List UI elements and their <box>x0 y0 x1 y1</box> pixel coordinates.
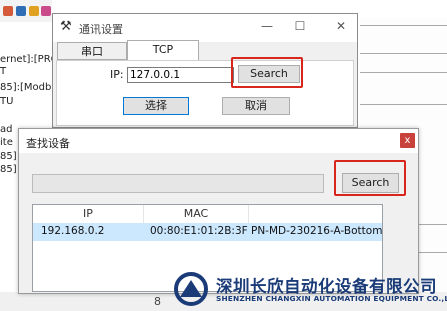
column-header-mac[interactable]: MAC <box>144 207 248 220</box>
maximize-icon[interactable]: ☐ <box>292 19 308 33</box>
highlight-box <box>334 160 406 196</box>
background-toolbar <box>0 0 52 22</box>
grid-line <box>360 104 447 105</box>
background-tree-text: ite <box>0 137 13 148</box>
grid-line <box>360 25 447 26</box>
background-tree-text: ad <box>0 124 13 135</box>
device-ip: 192.168.0.2 <box>41 225 105 237</box>
dialog-title: 查找设备 <box>26 137 70 150</box>
toolbar-icon[interactable] <box>16 6 26 16</box>
column-separator <box>248 205 249 223</box>
minimize-icon[interactable]: — <box>259 19 275 33</box>
close-icon[interactable]: ✕ <box>333 19 349 33</box>
toolbar-icon[interactable] <box>3 6 13 16</box>
background-tree-text: 85]:[Modb <box>0 82 52 93</box>
list-item[interactable]: 192.168.0.2 00:80:E1:01:2B:3F PN-MD-2302… <box>33 223 382 241</box>
grid-line <box>360 72 447 73</box>
cancel-button[interactable]: 取消 <box>222 97 290 115</box>
background-tree-text: TU <box>0 96 14 107</box>
select-button[interactable]: 选择 <box>123 97 189 115</box>
ip-input[interactable] <box>127 67 234 83</box>
toolbar-icon[interactable] <box>29 6 39 16</box>
tab-tcp[interactable]: TCP <box>127 40 199 60</box>
column-header-ip[interactable]: IP <box>33 207 143 220</box>
find-device-dialog: 查找设备 x IP MAC 192.168.0.2 00:80:E1:01:2B… <box>18 128 419 294</box>
tools-icon: ⚒ <box>60 19 72 34</box>
company-name-en: SHENZHEN CHANGXIN AUTOMATION EQUIPMENT C… <box>216 294 447 303</box>
background-tree-text: 85] <box>0 151 17 162</box>
device-name: PN-MD-230216-A-Bottom <box>251 225 383 237</box>
dialog-titlebar[interactable]: ⚒ 通讯设置 — ☐ ✕ <box>53 14 357 42</box>
highlight-box <box>231 57 303 88</box>
ip-label: IP: <box>110 68 124 81</box>
background-tree-text: 85] <box>0 164 17 175</box>
tab-serial[interactable]: 串口 <box>57 42 127 60</box>
grid-line <box>360 53 447 54</box>
device-mac: 00:80:E1:01:2B:3F <box>150 225 248 237</box>
company-logo <box>171 271 213 310</box>
toolbar-icon[interactable] <box>41 6 51 16</box>
background-tree-text: T <box>0 66 7 77</box>
background-tree-text: ernet]:[PRO <box>0 54 59 65</box>
search-progress-bar <box>32 174 324 193</box>
list-header: IP MAC <box>33 205 382 224</box>
status-text: 8 <box>154 295 161 308</box>
dialog-title: 通讯设置 <box>79 23 123 36</box>
close-icon[interactable]: x <box>400 133 415 148</box>
dialog-titlebar[interactable]: 查找设备 x <box>19 129 418 153</box>
